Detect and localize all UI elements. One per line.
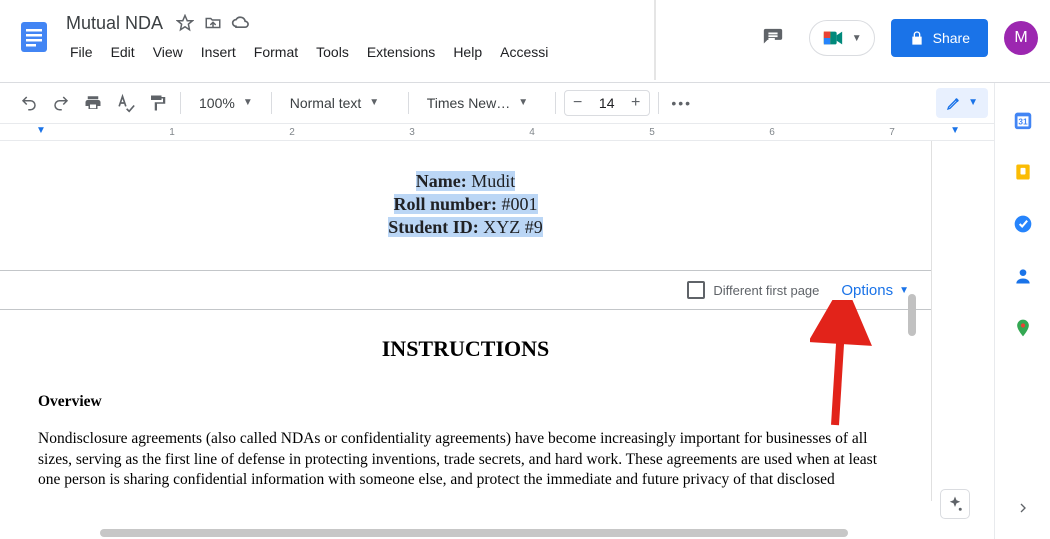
- scrollbar-thumb[interactable]: [100, 529, 848, 537]
- font-size-decrease[interactable]: −: [565, 91, 591, 115]
- page: Name: Mudit Roll number: #001 Student ID…: [0, 141, 932, 501]
- pencil-icon: [946, 95, 962, 111]
- meet-button[interactable]: ▼: [809, 20, 875, 56]
- keep-icon[interactable]: [1012, 161, 1034, 183]
- docs-logo[interactable]: [14, 10, 54, 64]
- indent-marker-icon[interactable]: ▼: [36, 125, 46, 136]
- app-header: Mutual NDA File Edit View Insert Format …: [0, 0, 1050, 83]
- chevron-down-icon: ▼: [968, 97, 978, 108]
- chevron-down-icon: ▼: [369, 97, 379, 108]
- font-size-stepper: − 14 +: [564, 90, 650, 116]
- menu-view[interactable]: View: [145, 40, 191, 64]
- ruler-number: 1: [169, 127, 175, 138]
- share-label: Share: [933, 30, 970, 46]
- document-header-section[interactable]: Name: Mudit Roll number: #001 Student ID…: [0, 141, 931, 252]
- title-area: Mutual NDA File Edit View Insert Format …: [62, 6, 556, 64]
- toolbar: 100%▼ Normal text▼ Times New…▼ − 14 + ••…: [0, 83, 1050, 123]
- menu-file[interactable]: File: [62, 40, 101, 64]
- checkbox-icon: [687, 281, 705, 299]
- zoom-dropdown[interactable]: 100%▼: [189, 89, 263, 117]
- header-right: ▼ Share M: [753, 18, 1038, 58]
- options-label: Options: [841, 282, 893, 299]
- move-icon[interactable]: [203, 13, 223, 33]
- menu-edit[interactable]: Edit: [103, 40, 143, 64]
- chevron-down-icon: ▼: [852, 33, 862, 44]
- document-body[interactable]: INSTRUCTIONS Overview Nondisclosure agre…: [0, 310, 931, 501]
- menu-tools[interactable]: Tools: [308, 40, 357, 64]
- side-panel: 31: [994, 83, 1050, 539]
- explore-button[interactable]: [940, 489, 970, 519]
- horizontal-ruler[interactable]: ▼ 1 2 3 4 5 6 7 ▼: [0, 123, 1050, 141]
- header-rollnumber-value: #001: [497, 194, 538, 214]
- spellcheck-icon[interactable]: [110, 89, 140, 117]
- undo-icon[interactable]: [14, 89, 44, 117]
- instructions-heading: INSTRUCTIONS: [38, 334, 893, 364]
- font-dropdown[interactable]: Times New…▼: [417, 89, 547, 117]
- comments-icon[interactable]: [753, 18, 793, 58]
- ruler-number: 7: [889, 127, 895, 138]
- svg-text:31: 31: [1018, 118, 1028, 127]
- overlay-divider: [654, 0, 656, 80]
- vertical-scrollbar[interactable]: [906, 286, 920, 539]
- menu-extensions[interactable]: Extensions: [359, 40, 443, 64]
- chevron-down-icon: ▼: [518, 97, 528, 108]
- chevron-down-icon: ▼: [243, 97, 253, 108]
- show-side-panel-icon[interactable]: [1012, 497, 1034, 519]
- menu-help[interactable]: Help: [445, 40, 490, 64]
- paragraph-style-dropdown[interactable]: Normal text▼: [280, 89, 400, 117]
- ruler-number: 5: [649, 127, 655, 138]
- more-tools-icon[interactable]: •••: [667, 89, 697, 117]
- star-icon[interactable]: [175, 13, 195, 33]
- horizontal-scrollbar[interactable]: [100, 529, 980, 537]
- header-name-label: Name:: [416, 171, 467, 191]
- print-icon[interactable]: [78, 89, 108, 117]
- header-name-value: Mudit: [467, 171, 516, 191]
- lock-icon: [909, 30, 925, 46]
- tasks-icon[interactable]: [1012, 213, 1034, 235]
- account-avatar[interactable]: M: [1004, 21, 1038, 55]
- overview-heading: Overview: [38, 392, 893, 413]
- menu-accessibility[interactable]: Accessi: [492, 40, 556, 64]
- document-title[interactable]: Mutual NDA: [62, 13, 167, 34]
- menu-insert[interactable]: Insert: [193, 40, 244, 64]
- editing-mode-dropdown[interactable]: ▼: [936, 88, 988, 118]
- paint-format-icon[interactable]: [142, 89, 172, 117]
- document-canvas: Name: Mudit Roll number: #001 Student ID…: [0, 141, 977, 539]
- header-rollnumber-label: Roll number:: [394, 194, 498, 214]
- ruler-number: 4: [529, 127, 535, 138]
- maps-icon[interactable]: [1012, 317, 1034, 339]
- ruler-number: 3: [409, 127, 415, 138]
- right-margin-marker-icon[interactable]: ▼: [950, 125, 960, 136]
- font-size-value[interactable]: 14: [591, 95, 623, 111]
- header-studentid-label: Student ID:: [388, 217, 479, 237]
- ruler-number: 6: [769, 127, 775, 138]
- share-button[interactable]: Share: [891, 19, 988, 57]
- calendar-icon[interactable]: 31: [1012, 109, 1034, 131]
- different-first-page-label: Different first page: [713, 283, 819, 298]
- cloud-status-icon[interactable]: [231, 13, 251, 33]
- header-options-bar: Different first page Options ▼: [0, 270, 931, 310]
- menu-bar: File Edit View Insert Format Tools Exten…: [62, 36, 556, 64]
- body-paragraph: Nondisclosure agreements (also called ND…: [38, 429, 893, 492]
- font-size-increase[interactable]: +: [623, 91, 649, 115]
- scrollbar-thumb[interactable]: [908, 294, 916, 336]
- redo-icon[interactable]: [46, 89, 76, 117]
- header-studentid-value: XYZ #9: [479, 217, 543, 237]
- menu-format[interactable]: Format: [246, 40, 306, 64]
- header-options-dropdown[interactable]: Options ▼: [841, 282, 909, 299]
- ruler-number: 2: [289, 127, 295, 138]
- contacts-icon[interactable]: [1012, 265, 1034, 287]
- different-first-page-checkbox[interactable]: Different first page: [687, 281, 819, 299]
